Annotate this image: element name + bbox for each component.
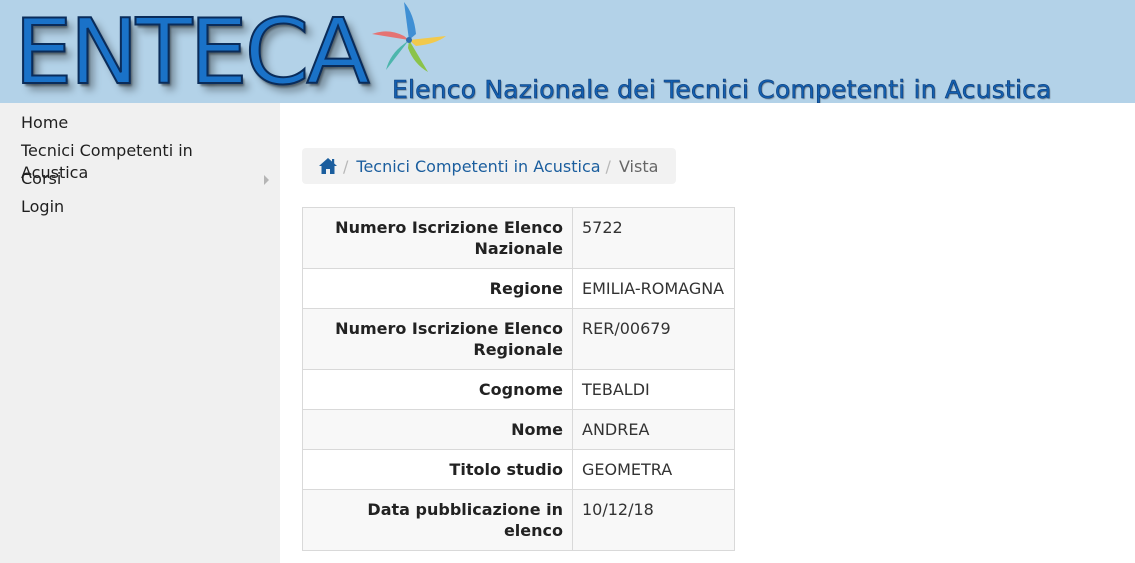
table-row: Numero Iscrizione Elenco Nazionale 5722: [302, 207, 735, 269]
row-value: 5722: [572, 207, 735, 269]
sidebar-item-tecnici[interactable]: Tecnici Competenti in Acustica: [0, 140, 280, 182]
site-subtitle: Elenco Nazionale dei Tecnici Competenti …: [392, 75, 1052, 103]
row-value: ANDREA: [572, 409, 735, 450]
table-row: Data pubblicazione in elenco 10/12/18: [302, 489, 735, 551]
row-value: 10/12/18: [572, 489, 735, 551]
table-row: Titolo studio GEOMETRA: [302, 449, 735, 490]
row-label: Data pubblicazione in elenco: [302, 489, 573, 551]
breadcrumb-separator: /: [343, 156, 349, 176]
sidebar-item-label: Corsi: [21, 169, 62, 188]
home-icon[interactable]: [318, 156, 338, 176]
table-row: Numero Iscrizione Elenco Regionale RER/0…: [302, 308, 735, 370]
breadcrumb-separator: /: [605, 156, 611, 176]
table-row: Cognome TEBALDI: [302, 369, 735, 410]
row-label: Nome: [302, 409, 573, 450]
sidebar: Home Tecnici Competenti in Acustica Cors…: [0, 103, 280, 563]
table-row: Nome ANDREA: [302, 409, 735, 450]
sidebar-item-label: Home: [21, 113, 69, 132]
sidebar-item-corsi[interactable]: Corsi: [0, 168, 280, 196]
sidebar-item-label: Login: [21, 197, 65, 216]
row-value: RER/00679: [572, 308, 735, 370]
row-label: Numero Iscrizione Elenco Nazionale: [302, 207, 573, 269]
row-label: Titolo studio: [302, 449, 573, 490]
row-label: Regione: [302, 268, 573, 309]
row-label: Numero Iscrizione Elenco Regionale: [302, 308, 573, 370]
row-value: EMILIA-ROMAGNA: [572, 268, 735, 309]
row-value: GEOMETRA: [572, 449, 735, 490]
details-table: Numero Iscrizione Elenco Nazionale 5722 …: [302, 207, 735, 551]
breadcrumb: / Tecnici Competenti in Acustica / Vista: [302, 148, 676, 184]
site-logo[interactable]: ENTECA: [13, 7, 371, 99]
sidebar-item-home[interactable]: Home: [0, 112, 280, 140]
breadcrumb-current: Vista: [618, 156, 659, 176]
breadcrumb-link-tecnici[interactable]: Tecnici Competenti in Acustica: [356, 157, 600, 176]
site-header: ENTECA Elenco Nazionale dei Tecnici Comp…: [0, 0, 1135, 103]
row-label: Cognome: [302, 369, 573, 410]
table-row: Regione EMILIA-ROMAGNA: [302, 268, 735, 309]
submenu-arrow-icon: [264, 175, 269, 185]
row-value: TEBALDI: [572, 369, 735, 410]
sidebar-item-login[interactable]: Login: [0, 196, 280, 224]
sidebar-menu: Home Tecnici Competenti in Acustica Cors…: [0, 103, 280, 224]
star-logo-icon: [372, 2, 446, 72]
